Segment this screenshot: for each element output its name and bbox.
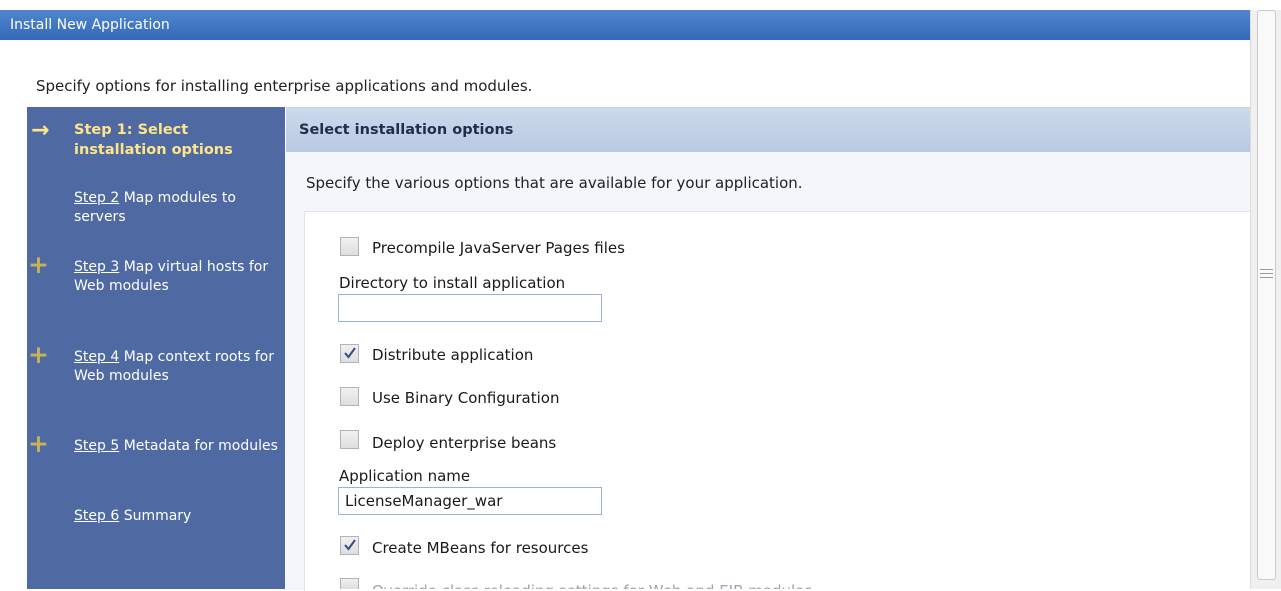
step-4-link[interactable]: Step 4 <box>74 349 119 365</box>
vertical-scrollbar[interactable] <box>1250 10 1281 589</box>
step-3: Step 3 Map virtual hosts for Web modules <box>74 258 269 296</box>
step-5: Step 5 Metadata for modules <box>74 437 279 456</box>
install-directory-field[interactable] <box>338 294 602 322</box>
step-5-label: Metadata for modules <box>123 438 278 454</box>
precompile-jsp-label: Precompile JavaServer Pages files <box>372 239 625 257</box>
deploy-enterprise-beans-checkbox[interactable] <box>340 430 359 449</box>
precompile-jsp-checkbox[interactable] <box>340 237 359 256</box>
use-binary-configuration-label: Use Binary Configuration <box>372 389 560 407</box>
step-5-link[interactable]: Step 5 <box>74 438 119 454</box>
step-2: Step 2 Map modules to servers <box>74 189 279 227</box>
install-directory-label: Directory to install application <box>339 274 566 292</box>
deploy-enterprise-beans-label: Deploy enterprise beans <box>372 434 557 452</box>
step-5-plus-icon: + <box>28 429 49 458</box>
distribute-application-checkbox[interactable] <box>340 344 359 363</box>
panel-header: Select installation options <box>286 108 1250 152</box>
window-title-bar: Install New Application <box>0 10 1250 40</box>
scrollbar-thumb[interactable] <box>1257 10 1276 580</box>
create-mbeans-checkbox[interactable] <box>340 536 359 555</box>
step-1-current: Step 1: Select installation options <box>74 122 233 158</box>
scrollbar-grip-icon <box>1260 266 1273 281</box>
step-6-label: Summary <box>123 508 192 524</box>
application-name-field[interactable] <box>338 487 602 515</box>
application-name-label: Application name <box>339 467 471 485</box>
checkmark-icon <box>344 347 356 359</box>
step-4-plus-icon: + <box>28 340 49 369</box>
page-intro: Specify options for installing enterpris… <box>36 77 533 95</box>
step-6: Step 6 Summary <box>74 507 279 526</box>
panel-description: Specify the various options that are ava… <box>306 174 803 192</box>
wizard-steps-sidebar: → Step 1: Select installation options St… <box>27 107 285 589</box>
step-4: Step 4 Map context roots for Web modules <box>74 348 274 386</box>
distribute-application-label: Distribute application <box>372 346 534 364</box>
checkmark-icon <box>344 539 356 551</box>
step-3-plus-icon: + <box>28 250 49 279</box>
current-step-arrow-icon: → <box>31 118 50 143</box>
window-title: Install New Application <box>10 17 170 33</box>
override-class-reloading-label: Override class reloading settings for We… <box>372 577 812 589</box>
step-3-link[interactable]: Step 3 <box>74 259 119 275</box>
create-mbeans-label: Create MBeans for resources <box>372 539 589 557</box>
use-binary-configuration-checkbox[interactable] <box>340 387 359 406</box>
step-6-link[interactable]: Step 6 <box>74 508 119 524</box>
override-class-reloading-checkbox[interactable] <box>340 578 359 589</box>
step-2-link[interactable]: Step 2 <box>74 190 119 206</box>
